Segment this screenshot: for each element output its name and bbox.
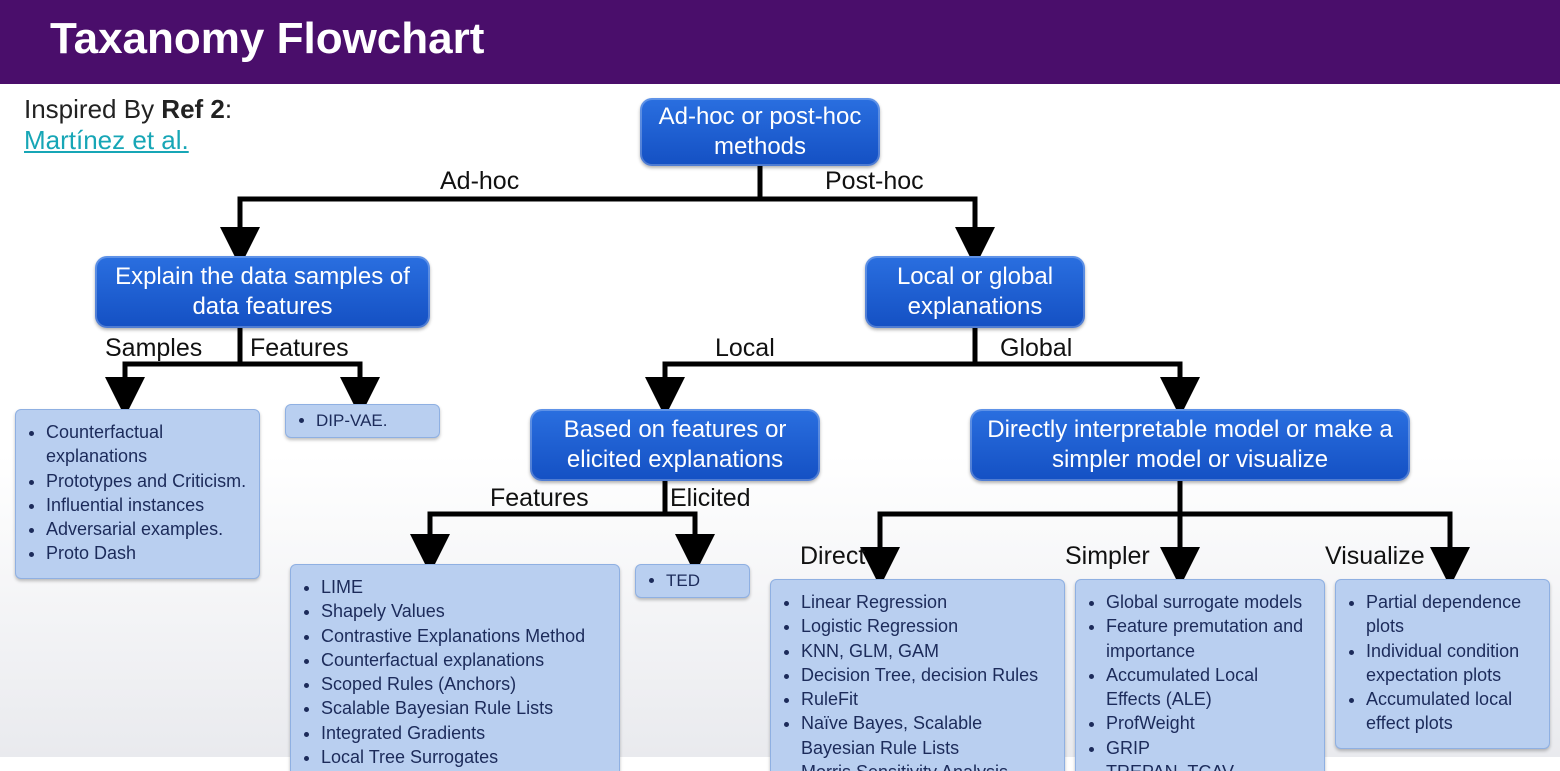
- list-item: LIME: [321, 575, 607, 599]
- list-item: ProfWeight: [1106, 711, 1312, 735]
- list-item: Proto Dash: [46, 541, 247, 565]
- label-global: Global: [1000, 334, 1072, 363]
- list-elicited-methods: TED: [644, 571, 735, 591]
- reference-prefix: Inspired By: [24, 94, 161, 124]
- list-item: RuleFit: [801, 687, 1052, 711]
- label-posthoc: Post-hoc: [825, 167, 924, 196]
- list-item: Accumulated Local Effects (ALE): [1106, 663, 1312, 712]
- list-samples-methods: Counterfactual explanationsPrototypes an…: [24, 420, 247, 566]
- list-item: KNN, GLM, GAM: [801, 639, 1052, 663]
- list-item: Global surrogate models: [1106, 590, 1312, 614]
- list-item: Counterfactual explanations: [46, 420, 247, 469]
- node-root: Ad-hoc or post-hoc methods: [640, 98, 880, 166]
- list-item: Integrated Gradients: [321, 721, 607, 745]
- node-explain: Explain the data samples of data feature…: [95, 256, 430, 328]
- box-simpler-methods: Global surrogate modelsFeature premutati…: [1075, 579, 1325, 771]
- list-item: Prototypes and Criticism.: [46, 469, 247, 493]
- label-simpler: Simpler: [1065, 542, 1150, 571]
- label-features2: Features: [490, 484, 589, 513]
- node-local-global: Local or global explanations: [865, 256, 1085, 328]
- list-features-local-methods: LIMEShapely ValuesContrastive Explanatio…: [299, 575, 607, 771]
- label-adhoc: Ad-hoc: [440, 167, 519, 196]
- list-simpler-methods: Global surrogate modelsFeature premutati…: [1084, 590, 1312, 771]
- list-item: Linear Regression: [801, 590, 1052, 614]
- list-item: Local Tree Surrogates: [321, 745, 607, 769]
- box-visualize-methods: Partial dependence plotsIndividual condi…: [1335, 579, 1550, 749]
- reference-bold: Ref 2: [161, 94, 225, 124]
- list-item: Naïve Bayes, Scalable Bayesian Rule List…: [801, 711, 1052, 760]
- reference-link[interactable]: Martínez et al.: [24, 125, 189, 155]
- box-direct-methods: Linear RegressionLogistic RegressionKNN,…: [770, 579, 1065, 771]
- flowchart-canvas: Inspired By Ref 2: Martínez et al.: [0, 84, 1560, 757]
- box-samples-methods: Counterfactual explanationsPrototypes an…: [15, 409, 260, 579]
- list-item: Contrastive Explanations Method: [321, 624, 607, 648]
- node-direct: Directly interpretable model or make a s…: [970, 409, 1410, 481]
- list-item: Counterfactual explanations: [321, 648, 607, 672]
- box-features-local-methods: LIMEShapely ValuesContrastive Explanatio…: [290, 564, 620, 771]
- node-based: Based on features or elicited explanatio…: [530, 409, 820, 481]
- list-item: Partial dependence plots: [1366, 590, 1537, 639]
- label-visualize: Visualize: [1325, 542, 1425, 571]
- box-features-methods: DIP-VAE.: [285, 404, 440, 438]
- list-item: TREPAN, TCAV: [1106, 760, 1312, 771]
- label-local: Local: [715, 334, 775, 363]
- list-item: Shapely Values: [321, 599, 607, 623]
- list-item: Scoped Rules (Anchors): [321, 672, 607, 696]
- label-samples: Samples: [105, 334, 202, 363]
- label-elicited: Elicited: [670, 484, 751, 513]
- list-visualize-methods: Partial dependence plotsIndividual condi…: [1344, 590, 1537, 736]
- list-item: TED: [666, 571, 735, 591]
- list-item: Influential instances: [46, 493, 247, 517]
- list-item: Feature premutation and importance: [1106, 614, 1312, 663]
- list-item: Adversarial examples.: [46, 517, 247, 541]
- list-item: Morris Sensitivity Analysis: [801, 760, 1052, 771]
- list-item: GRIP: [1106, 736, 1312, 760]
- list-item: Logistic Regression: [801, 614, 1052, 638]
- list-direct-methods: Linear RegressionLogistic RegressionKNN,…: [779, 590, 1052, 771]
- list-item: Individual condition expectation plots: [1366, 639, 1537, 688]
- list-features-methods: DIP-VAE.: [294, 411, 425, 431]
- label-features: Features: [250, 334, 349, 363]
- label-direct: Direct: [800, 542, 865, 571]
- reference-text: Inspired By Ref 2: Martínez et al.: [24, 94, 232, 156]
- list-item: DIP-VAE.: [316, 411, 425, 431]
- list-item: Accumulated local effect plots: [1366, 687, 1537, 736]
- list-item: Decision Tree, decision Rules: [801, 663, 1052, 687]
- box-elicited-methods: TED: [635, 564, 750, 598]
- page-title: Taxanomy Flowchart: [0, 0, 1560, 84]
- list-item: Scalable Bayesian Rule Lists: [321, 696, 607, 720]
